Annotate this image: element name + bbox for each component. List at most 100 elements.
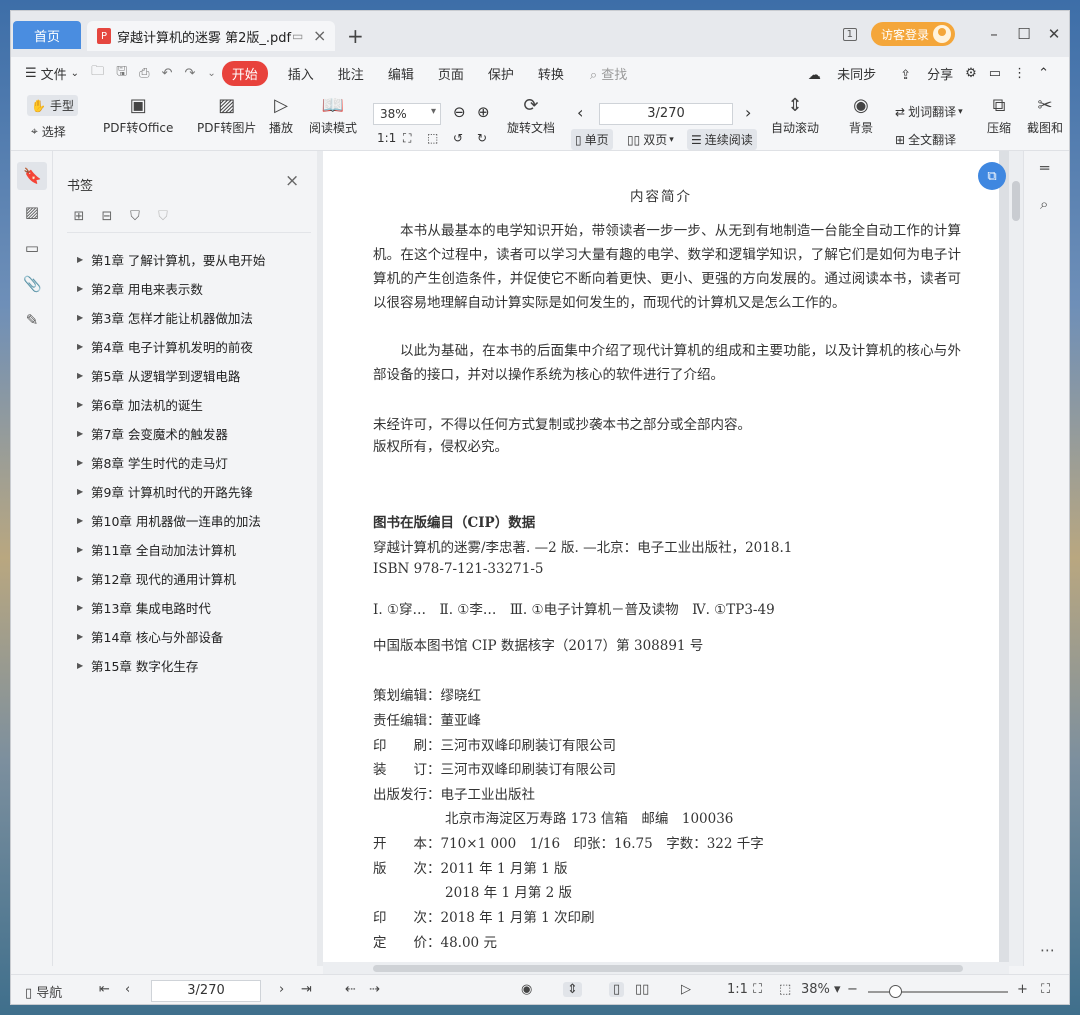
close-panel-icon[interactable]: ×	[285, 171, 299, 191]
rotate-document-button[interactable]: ⟳ 旋转文档	[507, 93, 555, 136]
search-box[interactable]: ⌕ 查找	[590, 64, 627, 83]
message-icon[interactable]: ▭	[989, 66, 1001, 81]
word-translate-button[interactable]: ⇄ 划词翻译 ▾	[895, 103, 963, 120]
thumbnail-icon[interactable]: ▨	[23, 203, 41, 221]
redo-icon[interactable]: ↷	[184, 66, 195, 81]
zoom-in-icon[interactable]: ⊕	[477, 103, 490, 121]
auto-scroll-button[interactable]: ⇕ 自动滚动	[771, 93, 819, 136]
zoom-slider-knob[interactable]	[889, 985, 902, 998]
bookmark-item[interactable]: ▶ 第4章 电子计算机发明的前夜	[53, 332, 317, 361]
bookmark-item[interactable]: ▶ 第11章 全自动加法计算机	[53, 535, 317, 564]
nav-toggle[interactable]: ▯ 导航	[25, 982, 62, 1001]
expand-triangle-icon[interactable]: ▶	[77, 400, 91, 409]
prev-page-icon[interactable]: ‹	[125, 982, 130, 997]
expand-triangle-icon[interactable]: ▶	[77, 545, 91, 554]
tab-home[interactable]: 首页	[13, 21, 81, 49]
expand-triangle-icon[interactable]: ▶	[77, 342, 91, 351]
bookmark-item[interactable]: ▶ 第7章 会变魔术的触发器	[53, 419, 317, 448]
more-options-icon[interactable]: ⋯	[1040, 941, 1055, 959]
floating-tool-button[interactable]: ⧉	[978, 162, 1006, 190]
sync-status[interactable]: ☁ 未同步	[796, 64, 876, 83]
horizontal-scrollbar[interactable]	[323, 962, 1009, 974]
screenshot-button[interactable]: ✂ 截图和	[1027, 93, 1063, 136]
fit-width-status-icon[interactable]: ⬚	[779, 982, 791, 997]
expand-triangle-icon[interactable]: ▶	[77, 284, 91, 293]
select-tool-button[interactable]: ⌖ 选择	[31, 123, 66, 140]
bookmark-item[interactable]: ▶ 第8章 学生时代的走马灯	[53, 448, 317, 477]
pdf-to-image-button[interactable]: ▨ PDF转图片	[197, 93, 256, 136]
expand-triangle-icon[interactable]: ▶	[77, 574, 91, 583]
bookmark-icon[interactable]: 🔖	[23, 167, 42, 185]
status-page-input[interactable]: 3/270	[151, 980, 261, 1002]
bookmark-item[interactable]: ▶ 第9章 计算机时代的开路先锋	[53, 477, 317, 506]
tab-document[interactable]: P 穿越计算机的迷雾 第2版_.pdf ▭ ×	[87, 21, 335, 51]
expand-triangle-icon[interactable]: ▶	[77, 458, 91, 467]
compress-button[interactable]: ⧉ 压缩	[987, 93, 1011, 136]
share-button[interactable]: ⇪ 分享	[888, 64, 953, 83]
full-translate-button[interactable]: ⊞ 全文翻译	[895, 131, 956, 148]
expand-triangle-icon[interactable]: ▶	[77, 516, 91, 525]
menu-comment[interactable]: 批注	[326, 64, 376, 83]
last-page-icon[interactable]: ⇥	[301, 982, 312, 997]
more-icon[interactable]: ⋮	[1013, 66, 1026, 81]
menu-edit[interactable]: 编辑	[376, 64, 426, 83]
actual-size-icon[interactable]: 1:1	[377, 131, 396, 145]
continuous-read-button[interactable]: ☰ 连续阅读	[687, 129, 757, 150]
menu-convert[interactable]: 转换	[526, 64, 576, 83]
fit-page-icon[interactable]: ⛶	[403, 131, 411, 146]
double-page-button[interactable]: ▯▯ 双页 ▾	[627, 131, 674, 148]
hand-tool-button[interactable]: ✋ 手型	[27, 95, 78, 116]
bookmark-item[interactable]: ▶ 第3章 怎样才能让机器做加法	[53, 303, 317, 332]
single-page-mode-icon[interactable]: ▯	[609, 982, 625, 997]
menu-page[interactable]: 页面	[426, 64, 476, 83]
continuous-mode-icon[interactable]: ⇕	[563, 982, 582, 997]
zoom-in-status-icon[interactable]: +	[1017, 982, 1028, 997]
fit-width-icon[interactable]: ⬚	[427, 131, 438, 145]
read-mode-button[interactable]: 📖 阅读模式	[309, 93, 357, 136]
bookmark-item[interactable]: ▶ 第15章 数字化生存	[53, 651, 317, 680]
open-folder-icon[interactable]: 🗀	[91, 62, 104, 84]
attachment-icon[interactable]: 📎	[23, 275, 42, 293]
add-bookmark-icon[interactable]: ⊞	[71, 209, 87, 225]
fullscreen-icon[interactable]: ⛶	[1041, 982, 1050, 997]
rotate-right-icon[interactable]: ↻	[477, 131, 487, 145]
menu-insert[interactable]: 插入	[276, 64, 326, 83]
comment-icon[interactable]: ▭	[23, 239, 41, 257]
next-page-icon[interactable]: ›	[745, 103, 751, 122]
actual-size-status-icon[interactable]: 1:1	[727, 982, 748, 997]
single-page-button[interactable]: ▯ 单页	[571, 129, 613, 150]
zoom-level[interactable]: 38% ▾	[801, 982, 841, 997]
vertical-scrollbar[interactable]	[1009, 151, 1023, 966]
bookmark-item[interactable]: ▶ 第14章 核心与外部设备	[53, 622, 317, 651]
bookmark-item[interactable]: ▶ 第12章 现代的通用计算机	[53, 564, 317, 593]
collapse-ribbon-icon[interactable]: ⌃	[1038, 66, 1049, 81]
menu-protect[interactable]: 保护	[476, 64, 526, 83]
new-tab-button[interactable]: +	[347, 24, 364, 48]
settings-icon[interactable]: ⚙	[965, 66, 977, 81]
bookmark-item[interactable]: ▶ 第1章 了解计算机，要从电开始	[53, 245, 317, 274]
file-menu[interactable]: ☰ 文件 ⌄	[11, 64, 79, 83]
print-icon[interactable]: ⎙	[139, 66, 149, 81]
expand-triangle-icon[interactable]: ▶	[77, 429, 91, 438]
double-page-mode-icon[interactable]: ▯▯	[635, 982, 649, 997]
window-count-icon[interactable]: 1	[842, 27, 857, 41]
zoom-out-icon[interactable]: ⊖	[453, 103, 466, 121]
save-icon[interactable]: 🖫	[116, 62, 127, 84]
close-tab-icon[interactable]: ×	[313, 26, 326, 45]
page-number-input[interactable]: 3/270	[599, 103, 733, 125]
first-page-icon[interactable]: ⇤	[99, 982, 110, 997]
menu-start[interactable]: 开始	[221, 60, 268, 86]
forward-icon[interactable]: ⇢	[369, 982, 380, 997]
maximize-icon[interactable]: ☐	[1009, 25, 1039, 43]
bookmark-item[interactable]: ▶ 第10章 用机器做一连串的加法	[53, 506, 317, 535]
zoom-select[interactable]: 38%	[373, 103, 441, 125]
close-window-icon[interactable]: ✕	[1039, 25, 1069, 43]
quick-access-chevron-icon[interactable]: ⌄	[207, 68, 215, 79]
expand-triangle-icon[interactable]: ▶	[77, 632, 91, 641]
pin-tab-icon[interactable]: ▭	[292, 29, 303, 43]
bookmark-item[interactable]: ▶ 第5章 从逻辑学到逻辑电路	[53, 361, 317, 390]
background-button[interactable]: ◉ 背景	[849, 93, 873, 136]
undo-icon[interactable]: ↶	[162, 66, 173, 81]
expand-triangle-icon[interactable]: ▶	[77, 487, 91, 496]
fit-page-status-icon[interactable]: ⛶	[753, 982, 762, 997]
